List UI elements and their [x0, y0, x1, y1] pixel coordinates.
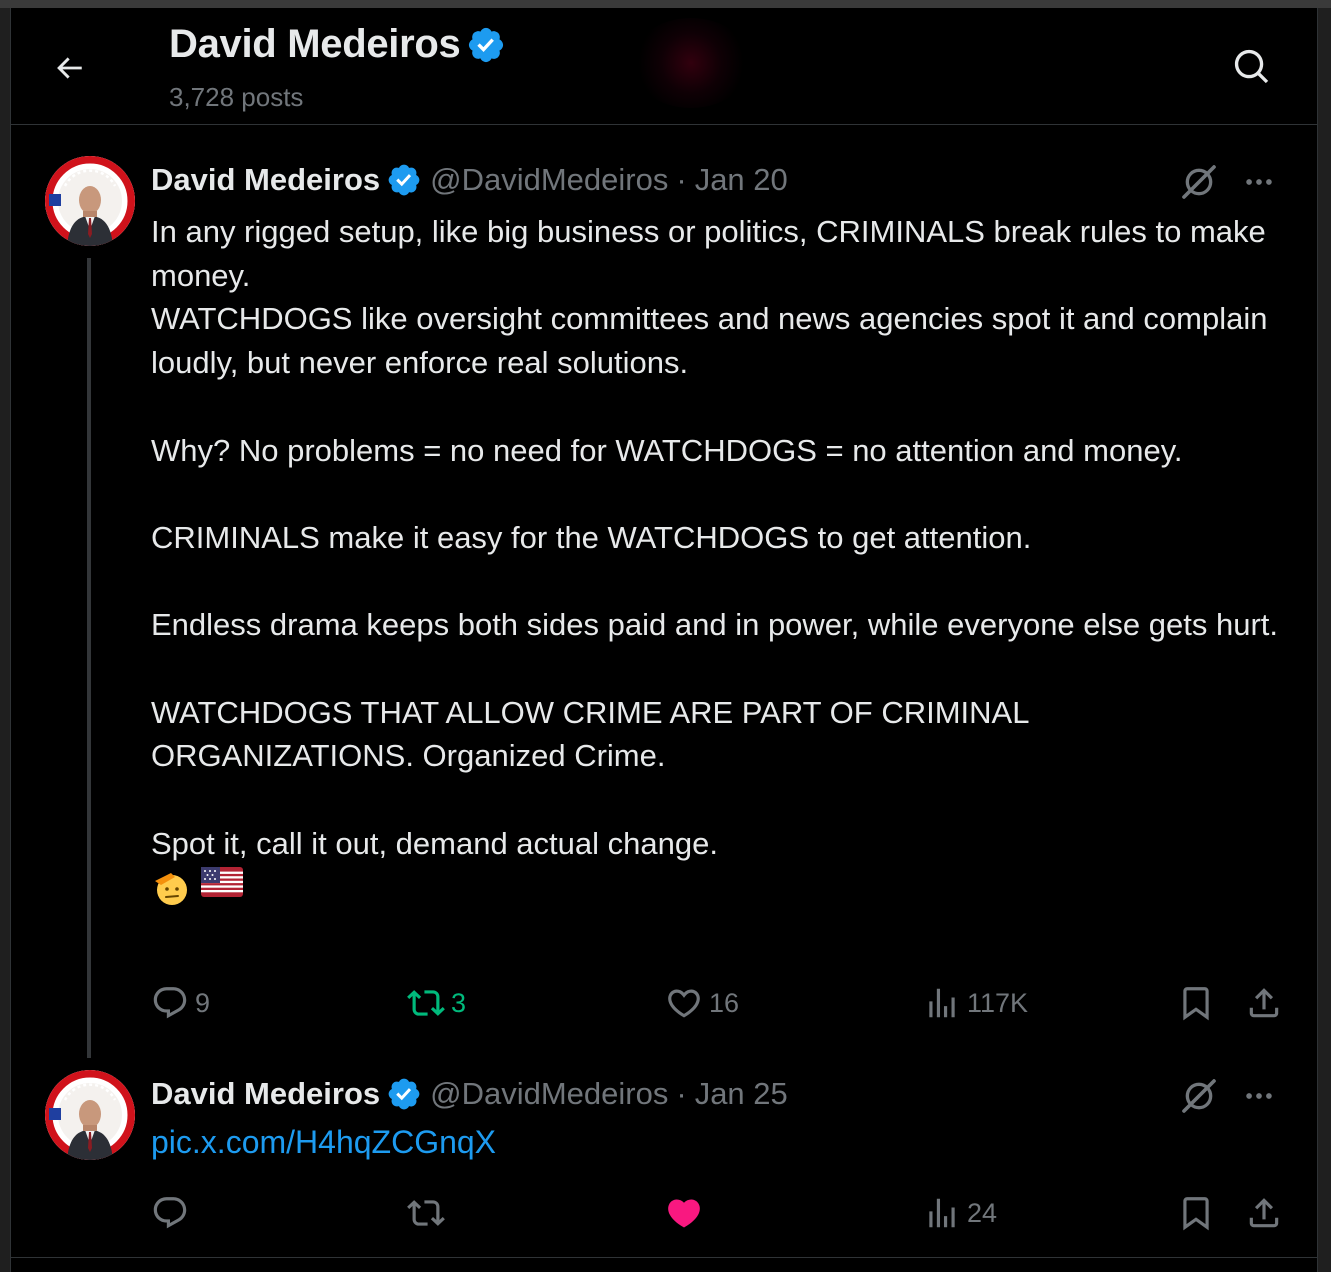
reply-count: 9 — [195, 987, 211, 1018]
tweet[interactable]: David Medeiros @DavidMedeiros · Jan 20 I… — [11, 126, 1317, 1058]
repost-count: 3 — [451, 987, 467, 1018]
saluting-face-emoji-icon — [155, 873, 187, 906]
tweet-date[interactable]: Jan 25 — [695, 1076, 788, 1112]
more-options-button[interactable] — [1237, 1074, 1281, 1118]
reply-icon — [153, 987, 187, 1019]
tweet-actions: 24 — [151, 1188, 1281, 1238]
tweet-paragraph: WATCHDOGS THAT ALLOW CRIME ARE PART OF C… — [151, 694, 1029, 774]
tweet-paragraph: In any rigged setup, like big business o… — [151, 214, 1266, 293]
verified-badge-icon — [469, 27, 504, 62]
author-name[interactable]: David Medeiros — [151, 162, 380, 198]
profile-photo — [45, 156, 135, 246]
views-chart-icon — [929, 988, 955, 1018]
bookmark-button[interactable] — [1177, 978, 1215, 1028]
tweet-date[interactable]: Jan 20 — [695, 162, 788, 198]
tweet-text: In any rigged setup, like big business o… — [151, 210, 1281, 907]
heart-icon — [668, 989, 700, 1018]
timeline-column: David Medeiros 3,728 posts David Medeiro… — [10, 8, 1318, 1272]
bookmark-icon — [1183, 1197, 1209, 1231]
arrow-left-icon — [57, 57, 82, 79]
verified-badge — [386, 162, 422, 198]
tweet[interactable]: David Medeiros @DavidMedeiros · Jan 25 p… — [11, 1058, 1317, 1258]
share-icon — [1249, 1198, 1279, 1228]
views-chart-icon — [929, 1198, 955, 1228]
grok-button[interactable] — [1177, 1074, 1221, 1118]
verified-badge-icon — [388, 1078, 420, 1110]
tweet-paragraph: Endless drama keeps both sides paid and … — [151, 607, 1279, 643]
tweet-paragraph: WATCHDOGS like oversight committees and … — [151, 301, 1268, 381]
author-name[interactable]: David Medeiros — [151, 1076, 380, 1112]
grok-icon — [1182, 1079, 1216, 1113]
more-options-button[interactable] — [1237, 160, 1281, 204]
tweet-paragraph: Why? No problems = no need for WATCHDOGS… — [151, 432, 1183, 468]
repost-icon — [407, 990, 445, 1016]
separator-dot: · — [676, 162, 687, 197]
tweet-actions: 9 3 16 117K — [151, 978, 1281, 1028]
views-button[interactable]: 24 — [923, 1188, 997, 1238]
background-glow — [631, 18, 751, 108]
tweet-paragraph: Spot it, call it out, demand actual chan… — [151, 825, 718, 861]
like-count: 16 — [709, 987, 740, 1018]
us-flag-emoji-icon — [201, 867, 243, 898]
grok-icon — [1182, 165, 1216, 199]
reply-icon — [153, 1197, 187, 1229]
avatar[interactable] — [45, 1070, 135, 1160]
author-handle[interactable]: @DavidMedeiros — [430, 162, 668, 198]
repost-icon — [407, 1200, 445, 1226]
media-link[interactable]: pic.x.com/H4hqZCGnqX — [151, 1124, 496, 1161]
emoji-row — [151, 867, 1281, 907]
view-count: 24 — [967, 1197, 998, 1228]
window-top-strip — [0, 0, 1331, 8]
share-button[interactable] — [1245, 978, 1283, 1028]
tweet-header: David Medeiros @DavidMedeiros · Jan 20 — [151, 162, 788, 198]
thread-connector-line — [87, 258, 91, 1058]
repost-button[interactable] — [407, 1188, 445, 1238]
avatar[interactable] — [45, 156, 135, 246]
share-icon — [1249, 988, 1279, 1018]
back-button[interactable] — [47, 46, 91, 90]
author-handle[interactable]: @DavidMedeiros — [430, 1076, 668, 1112]
tweet-header: David Medeiros @DavidMedeiros · Jan 25 — [151, 1076, 788, 1112]
profile-photo — [45, 1070, 135, 1160]
bookmark-icon — [1183, 987, 1209, 1021]
reply-button[interactable]: 9 — [151, 978, 210, 1028]
verified-badge — [386, 1076, 422, 1112]
verified-badge-icon — [388, 164, 420, 196]
page-title: David Medeiros — [169, 22, 506, 67]
search-icon — [1234, 49, 1269, 84]
repost-button[interactable]: 3 — [407, 978, 466, 1028]
views-button[interactable]: 117K — [923, 978, 1028, 1028]
tweet-paragraph: CRIMINALS make it easy for the WATCHDOGS… — [151, 519, 1032, 555]
bookmark-button[interactable] — [1177, 1188, 1215, 1238]
grok-button[interactable] — [1177, 160, 1221, 204]
more-horizontal-icon — [1246, 1093, 1272, 1099]
like-button[interactable] — [665, 1188, 703, 1238]
view-count: 117K — [967, 987, 1029, 1018]
separator-dot: · — [676, 1076, 687, 1111]
heart-filled-icon — [668, 1199, 700, 1228]
share-button[interactable] — [1245, 1188, 1283, 1238]
search-button[interactable] — [1227, 42, 1277, 92]
more-horizontal-icon — [1246, 179, 1272, 185]
post-count: 3,728 posts — [169, 82, 304, 112]
profile-name: David Medeiros — [169, 22, 461, 66]
like-button[interactable]: 16 — [665, 978, 739, 1028]
reply-button[interactable] — [151, 1188, 189, 1238]
profile-header: David Medeiros 3,728 posts — [11, 8, 1317, 125]
